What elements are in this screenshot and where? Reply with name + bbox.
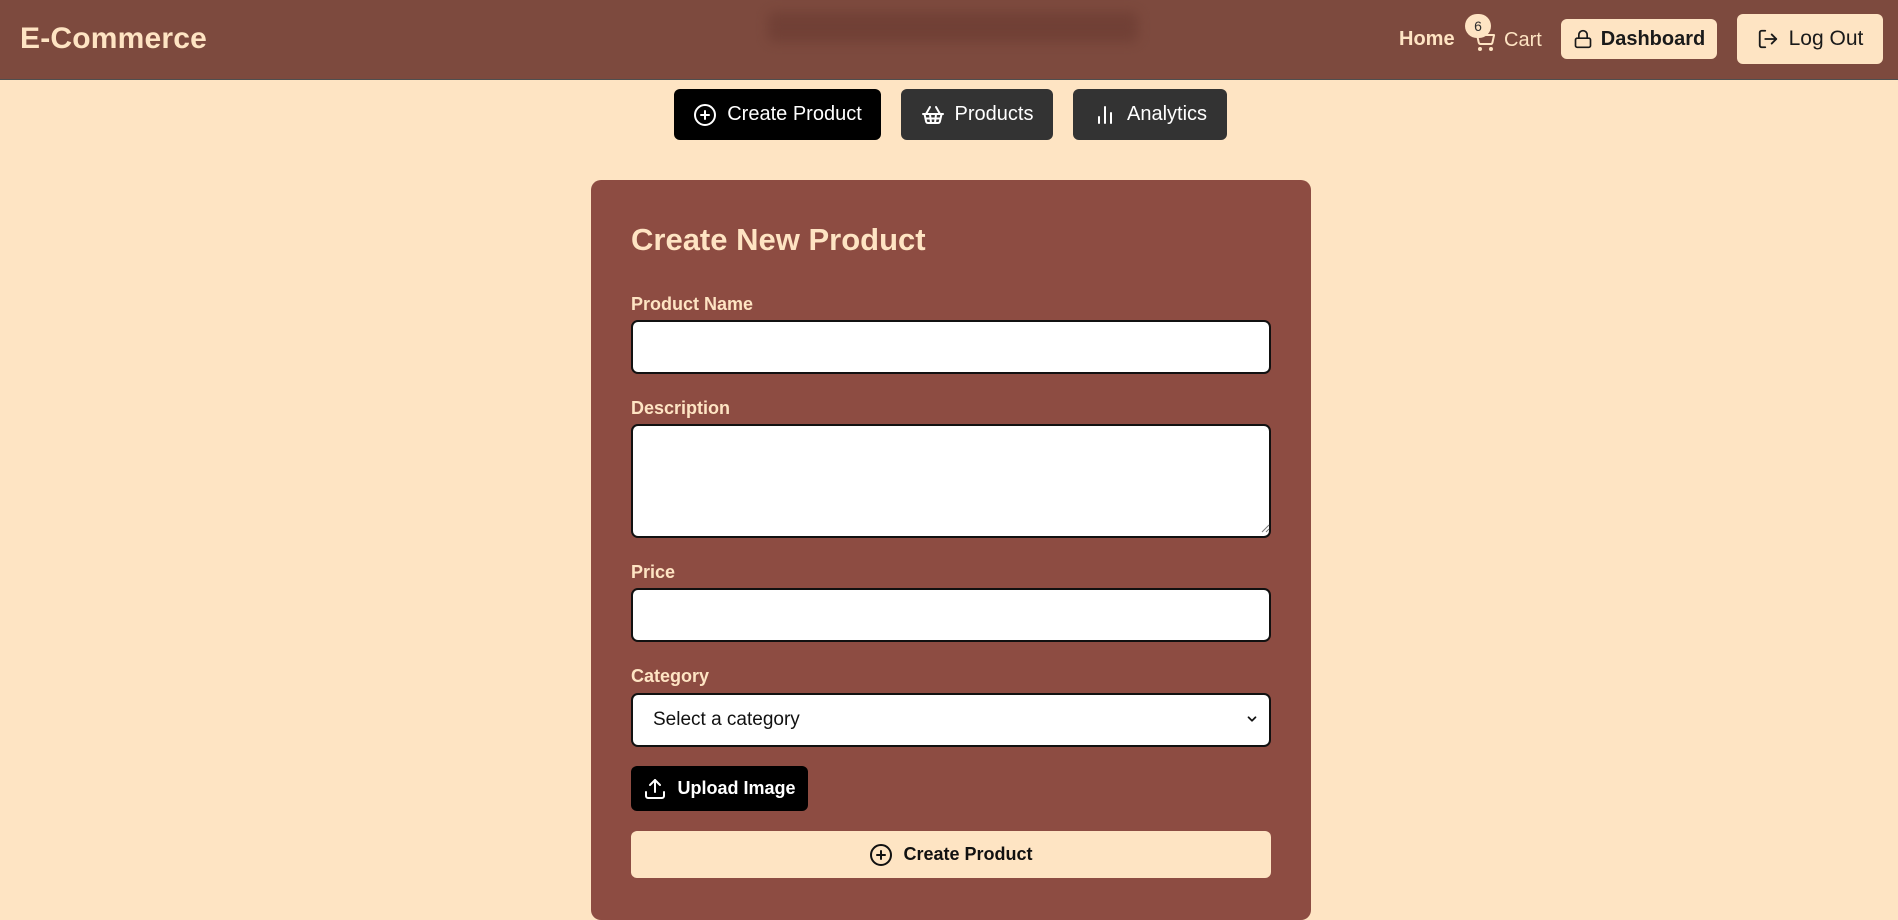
bar-chart-icon — [1093, 103, 1117, 127]
cart-count-badge: 6 — [1465, 14, 1491, 38]
dashboard-label: Dashboard — [1600, 27, 1706, 50]
price-label: Price — [631, 562, 676, 582]
nav-home-link[interactable]: Home — [1399, 28, 1455, 51]
price-input[interactable] — [631, 588, 1271, 642]
tab-label: Analytics — [1126, 103, 1208, 125]
blurred-region — [768, 12, 1138, 42]
category-label: Category — [631, 666, 710, 686]
upload-image-button[interactable]: Upload Image — [631, 766, 808, 811]
admin-tabs: Create Product Products Analytics — [0, 89, 1898, 141]
upload-icon — [643, 777, 667, 801]
logout-button[interactable]: Log Out — [1737, 14, 1883, 64]
description-label: Description — [631, 398, 731, 418]
create-product-card: Create New Product Product Name Descript… — [591, 180, 1311, 920]
submit-label: Create Product — [903, 844, 1033, 864]
tab-label: Create Product — [727, 103, 862, 125]
tab-label: Products — [954, 103, 1034, 125]
dashboard-button[interactable]: Dashboard — [1561, 19, 1717, 59]
description-textarea[interactable] — [631, 424, 1271, 538]
tab-analytics[interactable]: Analytics — [1073, 89, 1227, 140]
chevron-down-icon — [1245, 712, 1259, 726]
tab-create-product[interactable]: Create Product — [674, 89, 881, 140]
tab-products[interactable]: Products — [901, 89, 1053, 140]
top-navbar: E-Commerce Home Cart 6 Dashboard Log Out — [0, 0, 1898, 80]
brand-logo[interactable]: E-Commerce — [20, 22, 207, 56]
cart-label: Cart — [1504, 28, 1542, 51]
basket-icon — [921, 103, 945, 127]
log-out-icon — [1757, 28, 1779, 50]
product-name-label: Product Name — [631, 294, 754, 314]
upload-label: Upload Image — [677, 778, 796, 798]
product-name-input[interactable] — [631, 320, 1271, 374]
lock-icon — [1573, 29, 1593, 49]
create-product-submit-button[interactable]: Create Product — [631, 831, 1271, 878]
category-select[interactable]: Select a category — [631, 693, 1271, 747]
plus-circle-icon — [693, 103, 717, 127]
plus-circle-icon — [869, 843, 893, 867]
form-title: Create New Product — [631, 222, 926, 257]
category-selected-value: Select a category — [653, 709, 800, 730]
logout-label: Log Out — [1788, 27, 1864, 50]
resize-handle-icon[interactable] — [1260, 520, 1270, 533]
